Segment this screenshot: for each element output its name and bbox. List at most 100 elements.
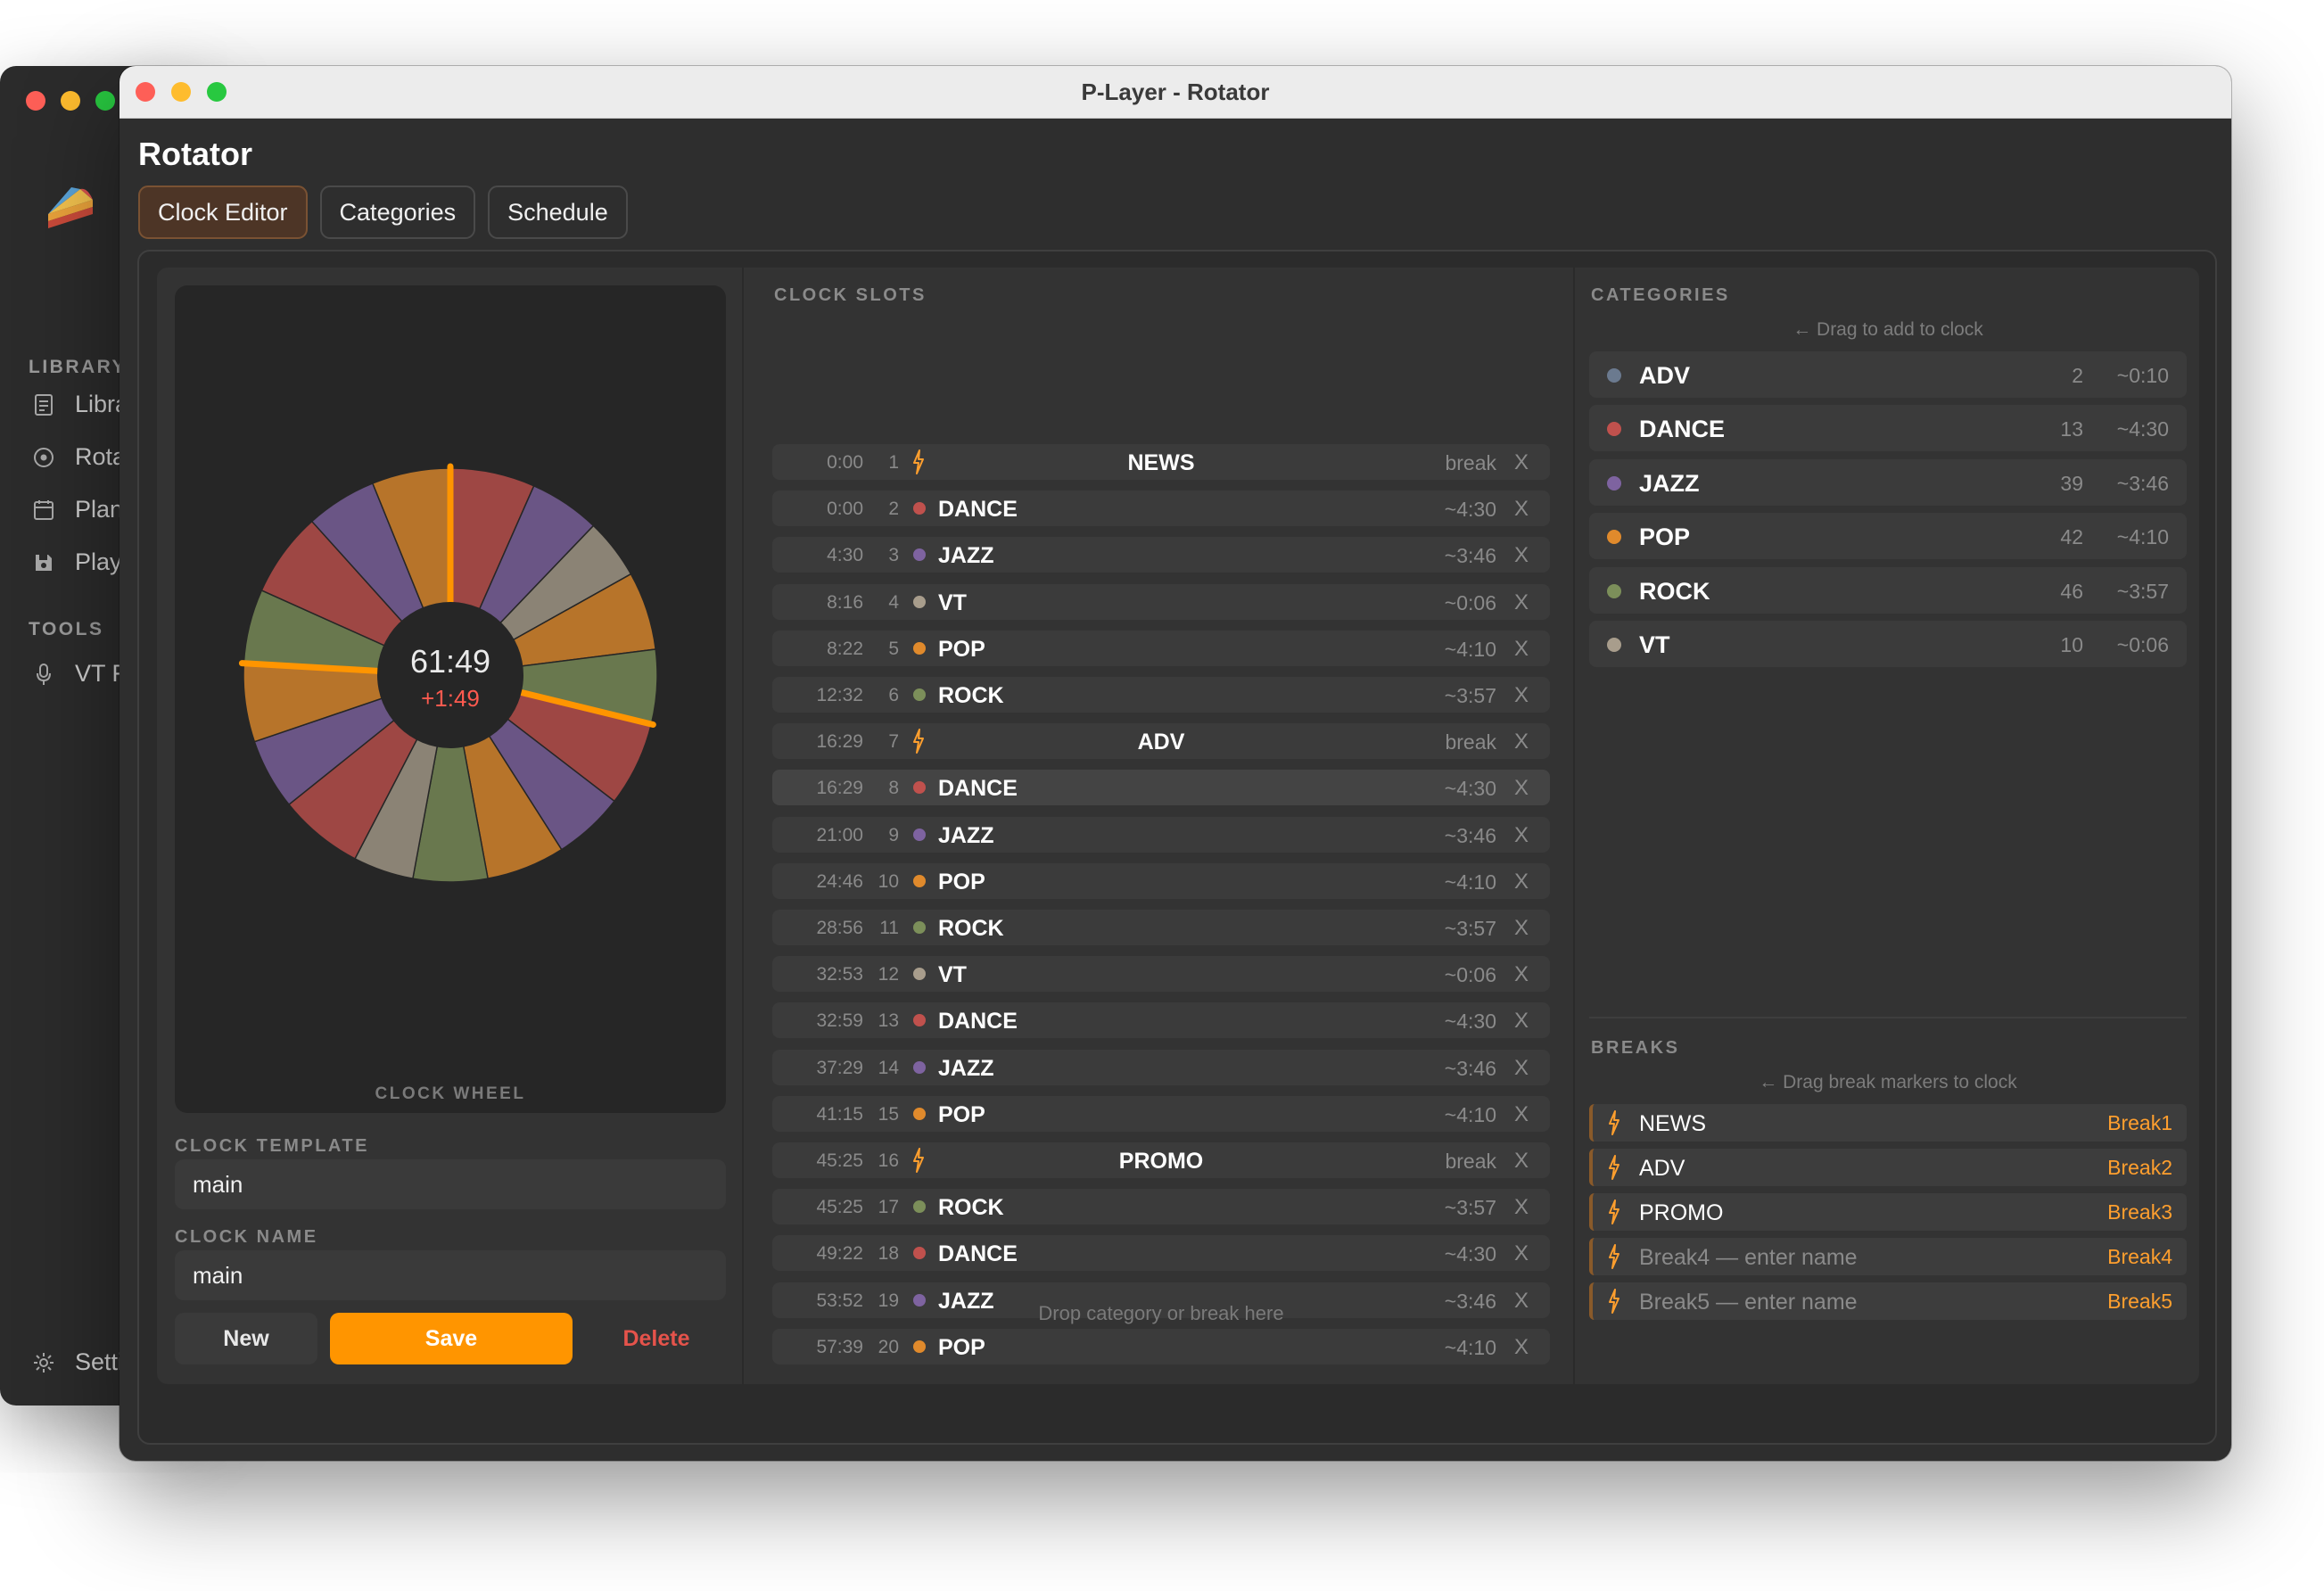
remove-slot-button[interactable]: X <box>1514 1149 1529 1174</box>
category-name: ROCK <box>1639 577 1710 605</box>
slot-duration: ~4:30 <box>1444 777 1496 800</box>
clock-slot-row[interactable]: 32:53 12 VT ~0:06 X <box>772 956 1550 992</box>
sidebar-item-playlists[interactable]: Play <box>32 548 122 576</box>
slot-duration: ~4:10 <box>1444 1103 1496 1126</box>
remove-slot-button[interactable]: X <box>1514 497 1529 522</box>
remove-slot-button[interactable]: X <box>1514 776 1529 801</box>
remove-slot-button[interactable]: X <box>1514 543 1529 568</box>
clock-slot-row[interactable]: 49:22 18 DANCE ~4:30 X <box>772 1235 1550 1271</box>
category-avg-duration: ~4:10 <box>2116 525 2169 549</box>
break-marker[interactable]: ADV Break2 <box>1589 1149 2187 1186</box>
clock-slot-row[interactable]: 0:00 2 DANCE ~4:30 X <box>772 490 1550 526</box>
category-item[interactable]: POP 42 ~4:10 <box>1589 513 2187 560</box>
slot-duration: ~3:46 <box>1444 544 1496 567</box>
lightning-icon <box>1607 1199 1621 1224</box>
sidebar-item-rotator[interactable]: Rota <box>32 443 126 471</box>
category-item[interactable]: JAZZ 39 ~3:46 <box>1589 458 2187 506</box>
category-color-dot <box>913 548 926 561</box>
remove-slot-button[interactable]: X <box>1514 1056 1529 1081</box>
clock-slot-row[interactable]: 45:25 17 ROCK ~3:57 X <box>772 1189 1550 1224</box>
remove-slot-button[interactable]: X <box>1514 730 1529 754</box>
category-item[interactable]: VT 10 ~0:06 <box>1589 621 2187 667</box>
clock-wheel[interactable]: 61:49 +1:49 <box>175 285 726 1113</box>
remove-slot-button[interactable]: X <box>1514 590 1529 615</box>
slot-time: 21:00 <box>816 825 863 845</box>
clock-slot-row[interactable]: 12:32 6 ROCK ~3:57 X <box>772 677 1550 713</box>
slot-time: 32:53 <box>816 964 863 985</box>
clock-wheel-label: CLOCK WHEEL <box>375 1084 526 1103</box>
category-color-dot <box>1607 422 1621 437</box>
break-name-field[interactable]: Break5 — enter name <box>1639 1290 1858 1315</box>
clock-slot-row[interactable]: 37:29 14 JAZZ ~3:46 X <box>772 1050 1550 1085</box>
remove-slot-button[interactable]: X <box>1514 823 1529 848</box>
clock-slots-label: CLOCK SLOTS <box>774 285 927 305</box>
remove-slot-button[interactable]: X <box>1514 1195 1529 1220</box>
break-marker[interactable]: NEWS Break1 <box>1589 1104 2187 1142</box>
lightning-icon <box>1607 1110 1621 1135</box>
break-marker[interactable]: Break4 — enter name Break4 <box>1589 1238 2187 1275</box>
title-bar[interactable]: P-Layer - Rotator <box>119 66 2231 119</box>
clock-slot-row[interactable]: 41:15 15 POP ~4:10 X <box>772 1096 1550 1132</box>
clock-slot-row[interactable]: 8:16 4 VT ~0:06 X <box>772 584 1550 620</box>
clock-slot-row[interactable]: 24:46 10 POP ~4:10 X <box>772 863 1550 899</box>
clock-slot-row[interactable]: 16:29 8 DANCE ~4:30 X <box>772 770 1550 805</box>
drop-hint[interactable]: Drop category or break here <box>772 1302 1550 1325</box>
break-slot-row[interactable]: 0:00 1 NEWS break X <box>772 444 1550 480</box>
category-item[interactable]: DANCE 13 ~4:30 <box>1589 405 2187 452</box>
category-item[interactable]: ADV 2 ~0:10 <box>1589 351 2187 398</box>
new-button[interactable]: New <box>175 1313 317 1364</box>
sidebar-item-library[interactable]: Libra <box>32 391 128 418</box>
clock-slot-row[interactable]: 32:59 13 DANCE ~4:30 X <box>772 1002 1550 1038</box>
slot-category-name: ROCK <box>938 1195 1004 1220</box>
breaks-hint: ← Drag break markers to clock <box>1759 1072 2017 1092</box>
clock-slot-row[interactable]: 57:39 20 POP ~4:10 X <box>772 1329 1550 1364</box>
remove-slot-button[interactable]: X <box>1514 916 1529 941</box>
remove-slot-button[interactable]: X <box>1514 1241 1529 1266</box>
remove-slot-button[interactable]: X <box>1514 1009 1529 1034</box>
remove-slot-button[interactable]: X <box>1514 870 1529 894</box>
tab-schedule[interactable]: Schedule <box>488 185 628 239</box>
minimize-window-button[interactable] <box>61 91 80 111</box>
clock-template-field[interactable]: main <box>175 1159 726 1209</box>
break-slot-row[interactable]: 45:25 16 PROMO break X <box>772 1142 1550 1178</box>
clock-name-field[interactable]: main <box>175 1250 726 1300</box>
category-track-count: 13 <box>2060 417 2083 441</box>
close-window-button[interactable] <box>26 91 45 111</box>
delete-button[interactable]: Delete <box>585 1313 728 1364</box>
clock-slot-row[interactable]: 8:22 5 POP ~4:10 X <box>772 631 1550 666</box>
remove-slot-button[interactable]: X <box>1514 637 1529 662</box>
clock-slot-row[interactable]: 21:00 9 JAZZ ~3:46 X <box>772 817 1550 853</box>
category-name: VT <box>1639 631 1670 658</box>
rotator-window: P-Layer - Rotator Rotator Clock Editor C… <box>119 66 2231 1461</box>
break-marker[interactable]: Break5 — enter name Break5 <box>1589 1282 2187 1320</box>
category-track-count: 10 <box>2060 633 2083 656</box>
remove-slot-button[interactable]: X <box>1514 1102 1529 1127</box>
remove-slot-button[interactable]: X <box>1514 962 1529 987</box>
break-name-field[interactable]: NEWS <box>1639 1111 1706 1137</box>
zoom-window-button[interactable] <box>95 91 115 111</box>
tools-section-label: TOOLS <box>29 619 104 639</box>
break-tag: Break2 <box>2107 1156 2172 1179</box>
tab-clock-editor[interactable]: Clock Editor <box>138 185 308 239</box>
break-slot-row[interactable]: 16:29 7 ADV break X <box>772 723 1550 759</box>
break-marker[interactable]: PROMO Break3 <box>1589 1193 2187 1231</box>
sidebar-item-settings[interactable]: Setti <box>32 1348 123 1376</box>
break-name-field[interactable]: Break4 — enter name <box>1639 1245 1858 1271</box>
sidebar-item-vt[interactable]: VT F <box>32 660 127 688</box>
tab-categories[interactable]: Categories <box>319 185 476 239</box>
clock-slot-row[interactable]: 28:56 11 ROCK ~3:57 X <box>772 910 1550 945</box>
remove-slot-button[interactable]: X <box>1514 450 1529 475</box>
category-item[interactable]: ROCK 46 ~3:57 <box>1589 566 2187 614</box>
slot-category-name: DANCE <box>938 497 1018 522</box>
clock-slot-row[interactable]: 4:30 3 JAZZ ~3:46 X <box>772 537 1550 573</box>
remove-slot-button[interactable]: X <box>1514 1335 1529 1360</box>
sidebar-item-planner[interactable]: Plan <box>32 496 123 523</box>
slot-time: 8:22 <box>827 639 863 659</box>
break-name-field[interactable]: PROMO <box>1639 1200 1723 1226</box>
break-name-field[interactable]: ADV <box>1639 1156 1685 1182</box>
remove-slot-button[interactable]: X <box>1514 683 1529 708</box>
category-track-count: 2 <box>2072 364 2083 387</box>
category-name: DANCE <box>1639 416 1726 443</box>
save-button[interactable]: Save <box>330 1313 573 1364</box>
break-tag: Break3 <box>2107 1200 2172 1224</box>
